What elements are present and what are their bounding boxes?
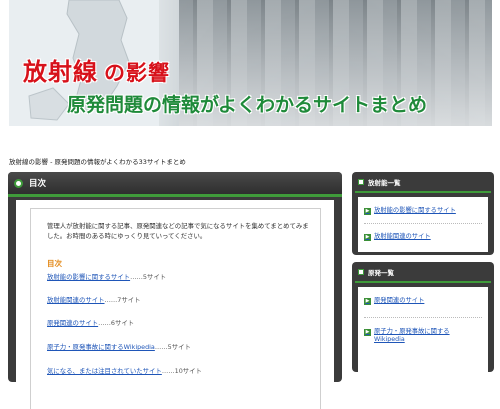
circle-bullet-icon [14, 178, 23, 188]
main-panel-body: 管理人が放射能に関する記事、原発関連などの記事で気になるサイトを集めてまとめてみ… [16, 200, 334, 409]
toc-link[interactable]: 気になる、または注目されていたサイト [47, 367, 162, 375]
content-box: 管理人が放射能に関する記事、原発関連などの記事で気になるサイトを集めてまとめてみ… [30, 208, 321, 409]
toc-title: 目次 [47, 259, 62, 268]
divider [364, 317, 482, 318]
site-title: 放射線 の影響 [23, 58, 170, 86]
sidebar-header: 放射能一覧 [352, 172, 494, 191]
header-banner: 放射線 の影響 原発問題の情報がよくわかるサイトまとめ [9, 0, 492, 126]
green-divider [355, 281, 491, 283]
toc-link[interactable]: 放射能の影響に関するサイト [47, 273, 130, 281]
main-panel-header: 目次 [8, 172, 342, 194]
toc-item: 放射能の影響に関するサイト……5サイト [47, 273, 167, 281]
toc-item: 気になる、または注目されていたサイト……10サイト [47, 367, 202, 375]
sidebar-list: ▶ 原発関連のサイト ▶ 原子力・原発事故に関するWikipedia [358, 287, 488, 372]
toc-link[interactable]: 放射能関連のサイト [47, 296, 105, 304]
sidebar-heading: 原発一覧 [368, 268, 394, 277]
square-bullet-icon [358, 178, 364, 185]
toc-item: 原発関連のサイト……6サイト [47, 319, 135, 327]
sidebar-link[interactable]: ▶ 放射能関連のサイト [364, 233, 431, 241]
sidebar-heading: 放射能一覧 [368, 178, 401, 187]
green-divider [8, 194, 342, 197]
green-divider [355, 191, 491, 193]
arrow-right-icon: ▶ [364, 329, 371, 336]
main-panel-heading: 目次 [29, 179, 47, 189]
intro-text: 管理人が放射能に関する記事、原発関連などの記事で気になるサイトを集めてまとめてみ… [47, 222, 309, 240]
sidebar-box-radioactivity: 放射能一覧 ▶ 放射能の影響に関するサイト ▶ 放射能関連のサイト [352, 172, 494, 255]
arrow-right-icon: ▶ [364, 234, 371, 241]
breadcrumb: 放射線の影響 - 原発問題の情報がよくわかる33サイトまとめ [9, 158, 186, 166]
divider [364, 223, 482, 224]
arrow-right-icon: ▶ [364, 208, 371, 215]
sidebar-list: ▶ 放射能の影響に関するサイト ▶ 放射能関連のサイト [358, 197, 488, 252]
sidebar-link[interactable]: ▶ 放射能の影響に関するサイト [364, 207, 456, 215]
sidebar-header: 原発一覧 [352, 262, 494, 281]
sidebar-box-nuclear: 原発一覧 ▶ 原発関連のサイト ▶ 原子力・原発事故に関するWikipedia [352, 262, 494, 372]
toc-link[interactable]: 原発関連のサイト [47, 319, 98, 327]
main-content-panel: 目次 管理人が放射能に関する記事、原発関連などの記事で気になるサイトを集めてまと… [8, 172, 342, 409]
toc-item: 原子力・原発事故に関するWikipedia……5サイト [47, 343, 191, 351]
sidebar-link[interactable]: ▶ 原子力・原発事故に関するWikipedia [364, 328, 474, 344]
sidebar-link[interactable]: ▶ 原発関連のサイト [364, 297, 424, 305]
site-tagline: 原発問題の情報がよくわかるサイトまとめ [67, 94, 428, 116]
square-bullet-icon [358, 268, 364, 275]
arrow-right-icon: ▶ [364, 298, 371, 305]
toc-link[interactable]: 原子力・原発事故に関するWikipedia [47, 343, 155, 351]
toc-item: 放射能関連のサイト……7サイト [47, 296, 141, 304]
